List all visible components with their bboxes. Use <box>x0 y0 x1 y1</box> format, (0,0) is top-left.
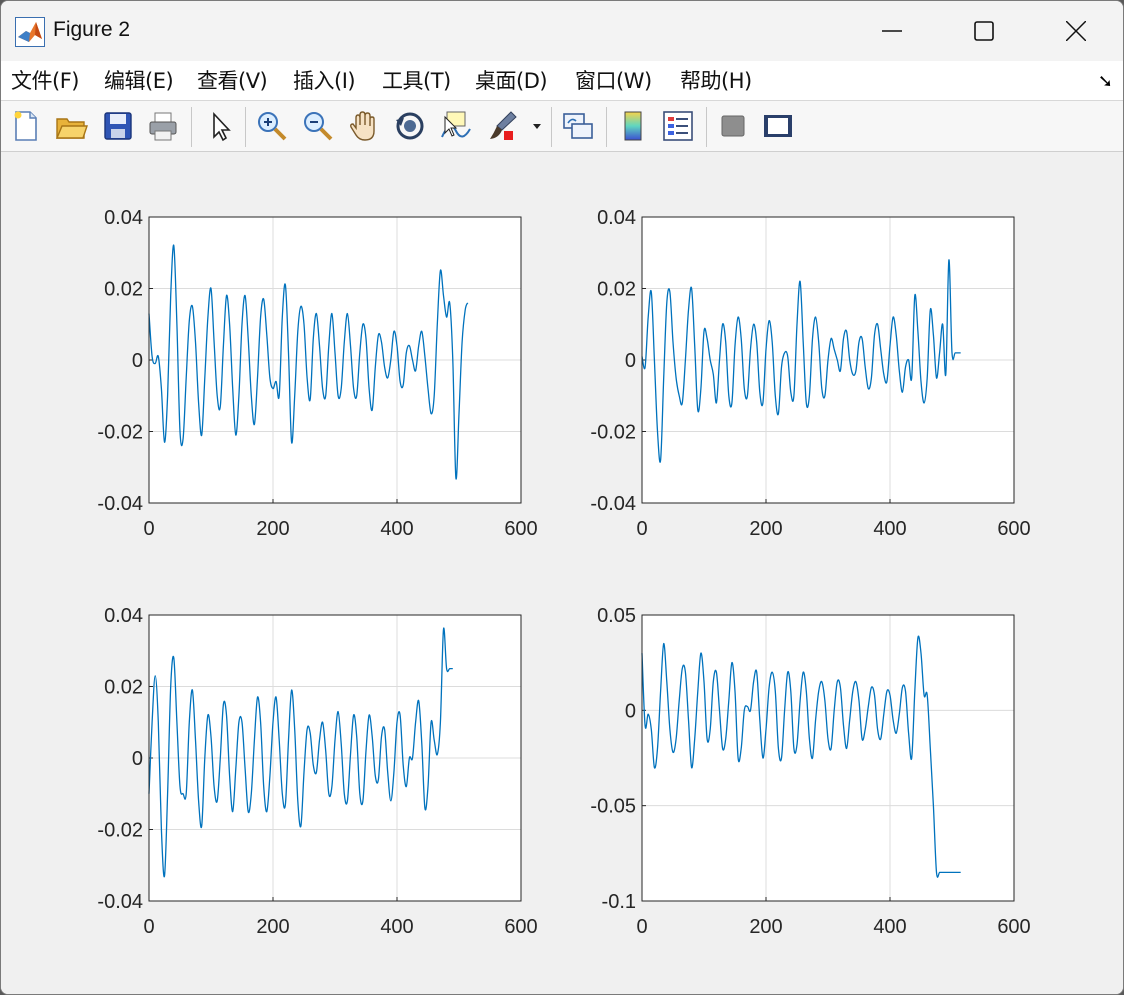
y-tick-label: -0.05 <box>590 796 636 818</box>
x-tick-label: 0 <box>636 916 647 938</box>
subplots-area: 0 200 400 6000.040.020-0.02-0.040 200 400 6000… <box>97 207 1030 938</box>
menu-bar: 文件(F) 编辑(E) 查看(V) 插入(I) 工具(T) 桌面(D) 窗口(W… <box>1 61 1123 101</box>
hide-plot-tools-icon[interactable] <box>716 109 750 143</box>
x-tick-label: 600 <box>504 518 537 540</box>
link-plot-icon[interactable] <box>561 109 595 143</box>
new-figure-icon[interactable] <box>9 109 43 143</box>
y-tick-label: 0.04 <box>104 207 143 229</box>
y-tick-label: -0.04 <box>97 891 143 913</box>
y-tick-label: 0.04 <box>104 605 143 627</box>
x-tick-label: 400 <box>380 518 413 540</box>
y-tick-label: 0.02 <box>104 677 143 699</box>
maximize-icon <box>974 21 994 41</box>
close-icon <box>1066 21 1086 41</box>
y-tick-label: 0 <box>625 350 636 372</box>
rotate-3d-icon[interactable] <box>393 109 427 143</box>
x-tick-label: 200 <box>749 518 782 540</box>
minimize-icon <box>882 30 902 32</box>
x-tick-label: 400 <box>380 916 413 938</box>
y-tick-label: 0 <box>132 748 143 770</box>
y-tick-label: 0.02 <box>597 279 636 301</box>
menu-file[interactable]: 文件(F) <box>11 65 79 95</box>
show-plot-tools-icon[interactable] <box>761 109 795 143</box>
window-title: Figure 2 <box>53 18 131 41</box>
x-tick-label: 600 <box>504 916 537 938</box>
menu-tools[interactable]: 工具(T) <box>382 65 451 95</box>
menu-insert[interactable]: 插入(I) <box>293 65 356 95</box>
y-tick-label: -0.04 <box>97 493 143 515</box>
menu-edit[interactable]: 编辑(E) <box>104 65 174 95</box>
figure-window: Figure 2 文件(F) 编辑(E) 查看(V) 插入(I) 工具(T) 桌… <box>0 0 1124 995</box>
y-tick-label: -0.02 <box>590 422 636 444</box>
y-tick-label: -0.02 <box>97 422 143 444</box>
toolbar-separator <box>191 107 192 147</box>
toolbar-separator <box>551 107 552 147</box>
toolbar-separator <box>245 107 246 147</box>
y-tick-label: 0.04 <box>597 207 636 229</box>
x-tick-label: 0 <box>143 518 154 540</box>
y-tick-label: -0.04 <box>590 493 636 515</box>
x-tick-label: 0 <box>636 518 647 540</box>
toolbar-separator <box>606 107 607 147</box>
matlab-logo-icon <box>15 17 45 47</box>
dock-arrow-icon[interactable]: ➘ <box>1098 71 1113 92</box>
brush-dropdown-icon[interactable] <box>529 109 545 143</box>
x-tick-label: 200 <box>256 518 289 540</box>
save-icon[interactable] <box>101 109 135 143</box>
axes-background <box>642 615 1014 901</box>
print-icon[interactable] <box>146 109 180 143</box>
y-tick-label: -0.02 <box>97 820 143 842</box>
close-button[interactable] <box>1029 1 1123 61</box>
title-bar[interactable]: Figure 2 <box>1 1 1123 61</box>
y-tick-label: -0.1 <box>602 891 636 913</box>
pan-hand-icon[interactable] <box>347 109 381 143</box>
minimize-button[interactable] <box>845 1 939 61</box>
brush-icon[interactable] <box>485 109 519 143</box>
x-tick-label: 400 <box>873 916 906 938</box>
menu-view[interactable]: 查看(V) <box>197 65 268 95</box>
figure-toolbar <box>1 101 1123 152</box>
menu-help[interactable]: 帮助(H) <box>680 65 752 95</box>
zoom-in-icon[interactable] <box>255 109 289 143</box>
x-tick-label: 200 <box>749 916 782 938</box>
menu-window[interactable]: 窗口(W) <box>575 65 652 95</box>
x-tick-label: 400 <box>873 518 906 540</box>
y-tick-label: 0.05 <box>597 605 636 627</box>
data-cursor-icon[interactable] <box>438 109 472 143</box>
zoom-out-icon[interactable] <box>301 109 335 143</box>
open-file-icon[interactable] <box>54 109 88 143</box>
y-tick-label: 0.02 <box>104 279 143 301</box>
menu-desktop[interactable]: 桌面(D) <box>475 65 548 95</box>
x-tick-label: 0 <box>143 916 154 938</box>
toolbar-separator <box>706 107 707 147</box>
maximize-button[interactable] <box>937 1 1031 61</box>
select-pointer-icon[interactable] <box>204 109 238 143</box>
x-tick-label: 200 <box>256 916 289 938</box>
x-tick-label: 600 <box>997 916 1030 938</box>
x-tick-label: 600 <box>997 518 1030 540</box>
y-tick-label: 0 <box>132 350 143 372</box>
y-tick-label: 0 <box>625 700 636 722</box>
legend-icon[interactable] <box>661 109 695 143</box>
figure-canvas: 0 200 400 600 0.04 0.02 0 -0.02 -0.04 0 200 400 600 0… <box>1 152 1123 994</box>
colorbar-icon[interactable] <box>616 109 650 143</box>
